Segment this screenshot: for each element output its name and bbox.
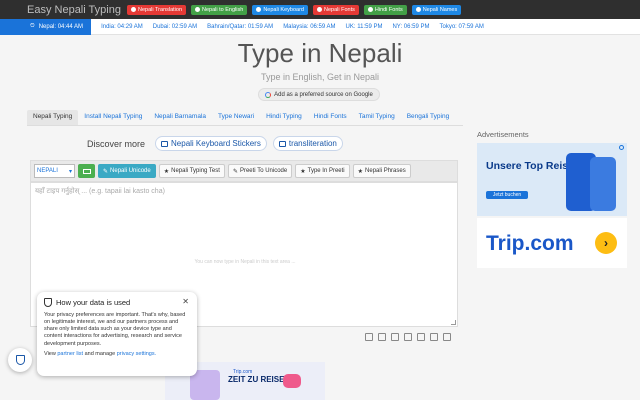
tab-hindi-fonts[interactable]: Hindi Fonts — [308, 110, 353, 125]
ad-trip-reisedeals[interactable]: Unsere Top Reisedeals Jetzt buchen — [477, 143, 627, 216]
google-icon — [265, 91, 272, 98]
email-button[interactable] — [78, 164, 95, 178]
timezone-dubai[interactable]: Dubai: 02:59 AM — [153, 24, 197, 30]
tab-nepali-barnamala[interactable]: Nepali Barnamala — [148, 110, 212, 125]
close-icon[interactable]: ✕ — [182, 297, 189, 306]
shield-icon — [15, 355, 25, 365]
tab-hindi-typing[interactable]: Hindi Typing — [260, 110, 308, 125]
keyboard-icon[interactable] — [417, 333, 425, 341]
chevron-down-icon: ▾ — [68, 168, 72, 175]
tab-nepali-typing[interactable]: Nepali Typing — [27, 110, 79, 125]
privacy-footer: View partner list and manage privacy set… — [44, 350, 157, 357]
discover-link-keyboard-stickers[interactable]: Nepali Keyboard Stickers — [155, 136, 267, 151]
pencil-icon — [256, 7, 262, 12]
record-icon — [316, 7, 322, 12]
tab-type-newari[interactable]: Type Newari — [212, 110, 260, 125]
typing-tabs: Nepali Typing Install Nepali Typing Nepa… — [27, 110, 463, 126]
discover-more: Discover more Nepali Keyboard Stickers t… — [87, 136, 343, 151]
resize-handle[interactable] — [451, 320, 456, 325]
editor-hint: You can now type in Nepali in this text … — [194, 259, 296, 265]
language-select[interactable]: NEPALI ▾ — [34, 164, 75, 178]
timezone-malaysia[interactable]: Malaysia: 06:59 AM — [283, 24, 335, 30]
ad-info-icon[interactable] — [619, 145, 624, 150]
page-subtitle: Type in English, Get in Nepali — [260, 72, 380, 82]
nav-nepali-fonts[interactable]: Nepali Fonts — [312, 4, 359, 15]
privacy-dialog: How your data is used ✕ Your privacy pre… — [37, 292, 197, 376]
ad-book-button[interactable]: Jetzt buchen — [486, 191, 528, 199]
privacy-body: Your privacy preferences are important. … — [44, 312, 186, 347]
star-icon: ★ — [357, 168, 364, 175]
tab-bengali-typing[interactable]: Bengali Typing — [401, 110, 456, 125]
privacy-shield-button[interactable] — [8, 348, 32, 372]
timezone-bahrain-qatar[interactable]: Bahrain/Qatar: 01:59 AM — [207, 24, 273, 30]
suitcase-image — [590, 157, 616, 211]
save-icon[interactable] — [391, 333, 399, 341]
nav-nepali-names[interactable]: Nepali Names — [411, 4, 462, 15]
partner-list-link[interactable]: partner list — [57, 351, 83, 357]
tab-tamil-typing[interactable]: Tamil Typing — [353, 110, 401, 125]
discover-label: Discover more — [87, 138, 146, 149]
nepali-phrases-button[interactable]: ★ Nepali Phrases — [352, 164, 411, 178]
mail-icon — [82, 168, 91, 174]
star-icon: ★ — [163, 168, 170, 175]
fullscreen-icon[interactable] — [378, 333, 386, 341]
keyboard-icon — [278, 140, 286, 147]
pencil-icon: ✎ — [103, 168, 109, 175]
trip-logo: Trip.com — [486, 232, 574, 255]
ad-trip-com[interactable]: Trip.com › — [477, 218, 627, 268]
editor-placeholder: यहाँ टाइप गर्नुहोस् ... (e.g. tapaii lai… — [35, 188, 165, 195]
advertisements-label: Advertisements — [477, 130, 529, 139]
preeti-to-unicode-button[interactable]: ✎ Preeti To Unicode — [227, 164, 293, 178]
privacy-settings-link[interactable]: privacy settings. — [117, 351, 156, 357]
nepali-typing-test-button[interactable]: ★ Nepali Typing Test — [158, 164, 225, 178]
record-icon — [415, 7, 421, 12]
nav-nepali-keyboard[interactable]: Nepali Keyboard — [252, 4, 308, 15]
page-title: Type in Nepali — [237, 38, 403, 68]
download-icon[interactable] — [430, 333, 438, 341]
heart-image — [283, 374, 301, 388]
arrow-right-icon[interactable]: › — [595, 232, 617, 254]
nav-nepali-to-english[interactable]: Nepali to English — [191, 4, 248, 15]
translate-icon[interactable] — [404, 333, 412, 341]
nav-nepali-translation[interactable]: Nepali Translation — [127, 4, 187, 15]
timezone-uk[interactable]: UK: 11:59 PM — [346, 24, 383, 30]
nepali-unicode-button[interactable]: ✎ Nepali Unicode — [98, 164, 156, 178]
top-bar: Easy Nepali Typing Nepali Translation Ne… — [0, 0, 640, 19]
star-icon — [131, 7, 136, 12]
star-icon: ★ — [300, 168, 306, 175]
copy-icon[interactable] — [443, 333, 451, 341]
tab-install-nepali-typing[interactable]: Install Nepali Typing — [78, 110, 148, 125]
nav-hindi-fonts[interactable]: Hindi Fonts — [363, 4, 407, 15]
star-icon — [195, 7, 201, 12]
time-bar: ⏲ Nepal: 04:44 AM India: 04:29 AM Dubai:… — [0, 18, 640, 35]
type-in-preeti-button[interactable]: ★ Type In Preeti — [295, 164, 350, 178]
discover-link-transliteration[interactable]: transliteration — [272, 136, 343, 151]
site-logo[interactable]: Easy Nepali Typing — [27, 4, 127, 16]
timezone-nepal[interactable]: ⏲ Nepal: 04:44 AM — [0, 18, 92, 35]
share-icon[interactable] — [365, 333, 373, 341]
shield-icon — [44, 298, 52, 307]
privacy-title: How your data is used — [56, 298, 131, 307]
editor-toolbar: NEPALI ▾ ✎ Nepali Unicode ★ Nepali Typing T… — [30, 160, 458, 182]
google-preferred-source-button[interactable]: Add as a preferred source on Google — [258, 88, 380, 101]
clock-icon: ⏲ — [30, 23, 35, 29]
privacy-header: How your data is used — [44, 298, 190, 307]
pencil-icon: ✎ — [232, 168, 238, 175]
top-nav: Nepali Translation Nepali to English Nep… — [127, 4, 462, 15]
timezone-tokyo[interactable]: Tokyo: 07:59 AM — [439, 24, 483, 30]
timezone-india[interactable]: India: 04:29 AM — [101, 24, 143, 30]
keyboard-icon — [161, 140, 169, 147]
timezone-ny[interactable]: NY: 06:59 PM — [392, 24, 429, 30]
travel-image — [190, 370, 220, 400]
editor-tools — [365, 333, 451, 341]
record-icon — [367, 7, 373, 12]
